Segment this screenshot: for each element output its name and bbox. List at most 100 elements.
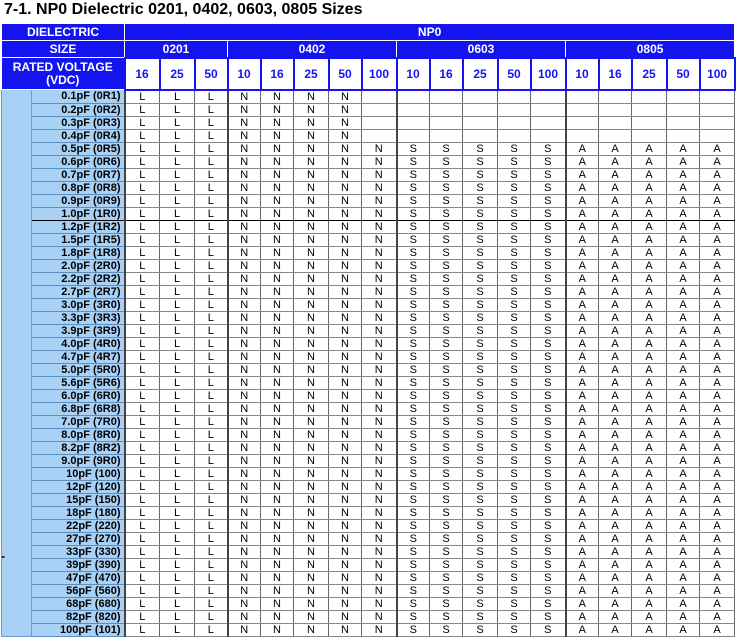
table-cell: N [361,311,397,325]
table-cell: A [631,246,667,260]
table-cell: L [159,454,195,468]
size-header-0201: 0201 [124,40,228,58]
table-cell [361,129,397,143]
table-cell: S [462,467,498,481]
table-cell: S [429,545,463,559]
table-cell: S [462,532,498,546]
table-cell: S [429,376,463,390]
table-cell: N [293,233,329,247]
table-cell: A [666,532,700,546]
capacitance-value-label: 4.0pF (4R0) [31,337,125,351]
table-cell: L [194,259,228,273]
table-cell: N [328,168,362,182]
table-cell: N [328,363,362,377]
capacitance-value-label: 3.9pF (3R9) [31,324,125,338]
table-cell: L [194,441,228,455]
table-cell: S [429,402,463,416]
table-cell: N [361,506,397,520]
table-cell: A [666,558,700,572]
table-cell: S [395,350,430,364]
table-row: 47pF (470) L L L N N N N N S S S S S A A A A A [2,571,736,585]
table-cell: S [530,558,566,572]
table-cell: S [462,597,498,611]
table-cell: A [598,480,632,494]
capacitance-value-label: 2.7pF (2R7) [31,285,125,299]
table-cell: A [564,259,599,273]
table-cell: A [598,441,632,455]
table-cell: S [530,194,566,208]
table-cell: S [497,246,531,260]
table-cell: A [598,467,632,481]
table-cell: N [293,103,329,117]
table-cell: A [598,506,632,520]
table-cell [598,129,632,143]
table-cell: L [194,467,228,481]
table-cell: S [530,454,566,468]
capacitance-value-label: 0.3pF (0R3) [31,116,125,130]
table-cell: L [194,376,228,390]
table-cell: A [631,402,667,416]
table-cell: N [260,610,294,624]
table-cell [361,89,397,104]
table-cell: N [293,584,329,598]
table-cell: S [530,376,566,390]
table-cell: A [631,415,667,429]
table-cell: S [530,623,566,637]
table-cell: S [462,363,498,377]
table-cell: L [194,415,228,429]
table-cell: S [462,415,498,429]
table-cell: N [226,558,261,572]
table-cell: A [666,220,700,234]
table-row: 39pF (390) L L L N N N N N S S S S S A A A A A [2,558,736,572]
table-row: 3.3pF (3R3) L L L N N N N N S S S S S A A A A A [2,311,736,325]
table-cell: N [293,571,329,585]
table-cell: A [631,337,667,351]
table-row: 0.5pF (0R5) L L L N N N N N S S S S S A A A A A [2,142,736,156]
table-cell: N [226,285,261,299]
table-cell: N [361,207,397,221]
capacitance-value-label: 68pF (680) [31,597,125,611]
table-cell: A [564,623,599,637]
table-cell: A [699,311,736,325]
table-cell: A [564,415,599,429]
capacitance-value-label: 3.3pF (3R3) [31,311,125,325]
table-cell: A [666,142,700,156]
table-row: 10pF (100) L L L N N N N N S S S S S A A A A A [2,467,736,481]
table-cell: N [260,584,294,598]
table-cell: A [631,441,667,455]
table-cell: A [699,389,736,403]
table-cell: S [530,402,566,416]
table-cell: S [497,558,531,572]
voltage-label: RATED VOLTAGE (VDC) [1,57,125,90]
table-cell: S [530,610,566,624]
table-cell: A [598,142,632,156]
table-cell: A [699,337,736,351]
table-cell: A [631,584,667,598]
table-cell: N [260,103,294,117]
table-cell: L [194,506,228,520]
table-cell: N [293,311,329,325]
table-cell: N [260,272,294,286]
table-cell: N [361,272,397,286]
table-cell: N [293,532,329,546]
table-cell: N [328,402,362,416]
table-cell: S [429,194,463,208]
size-label: SIZE [1,40,125,58]
table-cell: N [328,519,362,533]
table-cell: L [123,337,160,351]
capacitance-side-label: Capacitance [1,89,32,637]
table-cell: A [564,610,599,624]
table-cell: S [395,233,430,247]
table-cell: L [194,480,228,494]
table-cell: L [123,311,160,325]
table-cell: A [598,337,632,351]
voltage-header: 50 [327,56,363,91]
table-cell: L [159,207,195,221]
table-cell: N [226,220,261,234]
table-cell: S [497,532,531,546]
table-cell: A [699,584,736,598]
table-row: 9.0pF (9R0) L L L N N N N N S S S S S A A A A A [2,454,736,468]
table-cell: S [462,298,498,312]
table-cell: A [666,259,700,273]
table-cell: N [226,454,261,468]
